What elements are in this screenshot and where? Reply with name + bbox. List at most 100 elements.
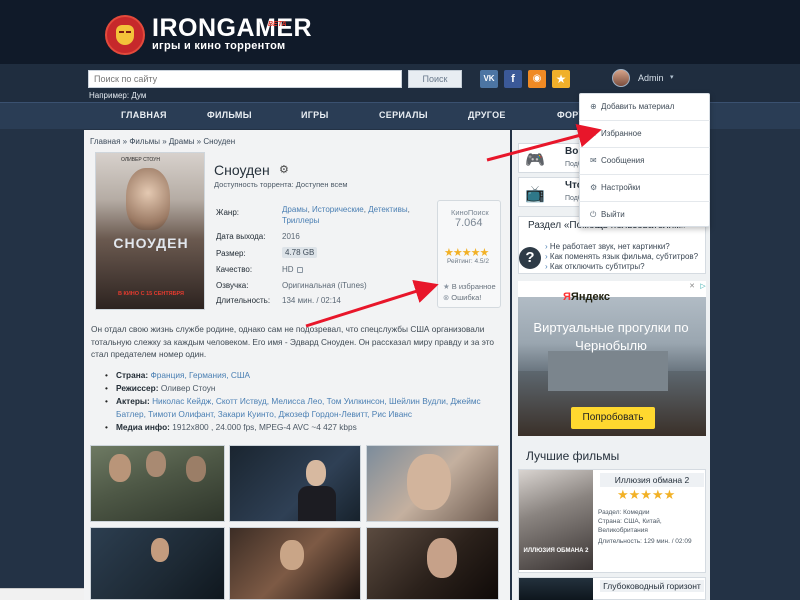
fact-country-label: Страна:	[116, 370, 149, 380]
best-film-stars: ★★★★★	[617, 487, 676, 502]
genre-link-thrillers[interactable]: Триллеры	[282, 216, 319, 225]
fact-actors-value[interactable]: Николас Кейдж, Скотт Иствуд, Мелисса Лео…	[116, 396, 481, 419]
quality-info-icon[interactable]	[296, 266, 303, 273]
fact-director: Режиссер: Оливер Стоун	[103, 382, 503, 395]
screenshot-thumbnail[interactable]	[366, 527, 499, 600]
help-link-sound[interactable]: › Не работает звук, нет картинки?	[545, 242, 670, 251]
genre-link-detectives[interactable]: Детективы	[368, 205, 407, 214]
film-facts: Страна: Франция, Германия, США Режиссер:…	[103, 369, 503, 434]
status-strip	[0, 588, 84, 600]
page-title: Сноуден	[214, 162, 270, 178]
voice-label: Озвучка:	[216, 281, 249, 290]
menu-item-label: Добавить материал	[601, 102, 675, 111]
help-link-sound-label: Не работает звук, нет картинки?	[549, 242, 670, 251]
add-favorite-label: В избранное	[451, 282, 496, 291]
genre-value: Драмы, Исторические, Детективы, Триллеры	[282, 205, 410, 225]
menu-item-add-material[interactable]: ⊕ Добавить материал	[579, 94, 710, 120]
logo-title[interactable]: IRONGAMER	[152, 14, 312, 43]
help-link-language[interactable]: › Как поменять язык фильма, субтитров?	[545, 252, 698, 261]
search-input[interactable]	[88, 70, 402, 88]
power-icon: ⏻	[590, 210, 597, 219]
best-films-heading: Лучшие фильмы	[526, 449, 620, 463]
ad-title: Виртуальные прогулки по Чернобылю	[533, 320, 689, 353]
gear-icon: ⚙	[590, 183, 598, 192]
screenshot-thumbnail[interactable]	[90, 445, 225, 522]
chevron-down-icon[interactable]: ▾	[670, 73, 674, 81]
ad-try-button[interactable]: Попробовать	[571, 407, 655, 429]
fact-country: Страна: Франция, Германия, США	[103, 369, 503, 382]
menu-item-settings[interactable]: ⚙ Настройки	[579, 175, 710, 201]
voice-value: Оригинальная (iTunes)	[282, 281, 367, 290]
yandex-logo: ЯЯндекс	[563, 291, 611, 303]
breadcrumb[interactable]: Главная » Фильмы » Драмы » Сноуден	[90, 137, 235, 146]
fact-media-value: 1912x800 , 24.000 fps, MPEG-4 AVC ~4 427…	[172, 422, 357, 432]
fact-director-label: Режиссер:	[116, 383, 159, 393]
menu-item-messages[interactable]: ✉ Сообщения	[579, 148, 710, 174]
logo-iron-man-icon[interactable]	[105, 15, 145, 55]
poster-release-date: В КИНО С 15 СЕНТЯБРЯ	[117, 291, 185, 297]
quality-label: Качество:	[216, 265, 253, 274]
menu-item-favorites[interactable]: ★ Избранное	[579, 121, 710, 147]
avatar[interactable]	[612, 69, 630, 87]
rating-text: Рейтинг: 4.5/2	[447, 258, 489, 265]
screenshot-thumbnail[interactable]	[229, 445, 361, 522]
size-value: 4.78 GB	[282, 247, 318, 258]
torrent-availability: Доступность торрента: Доступен всем	[214, 180, 348, 189]
release-label: Дата выхода:	[216, 232, 266, 241]
best-film-poster[interactable]	[519, 578, 593, 600]
report-error-button[interactable]: ⊗ Ошибка!	[443, 293, 481, 302]
search-hint: Например: Дум	[89, 91, 147, 100]
logo-beta-badge: BETA	[268, 21, 287, 28]
nav-item-games[interactable]: ИГРЫ	[301, 110, 329, 120]
nav-item-series[interactable]: СЕРИАЛЫ	[379, 110, 428, 120]
close-circle-icon: ⊗	[443, 293, 450, 302]
gear-icon[interactable]: ⚙	[279, 163, 289, 176]
question-icon: ?	[519, 247, 541, 269]
genre-link-dramas[interactable]: Драмы	[282, 205, 308, 214]
screenshot-thumbnail[interactable]	[90, 527, 225, 600]
add-favorite-button[interactable]: ★ В избранное	[443, 282, 496, 291]
best-film-country-2: Великобритания	[598, 527, 648, 534]
genre-link-historical[interactable]: Исторические	[312, 205, 364, 214]
menu-item-label: Избранное	[601, 129, 642, 138]
plus-circle-icon: ⊕	[590, 102, 597, 111]
quality-value: HD	[282, 265, 294, 274]
release-value: 2016	[282, 232, 300, 241]
fact-director-value: Оливер Стоун	[160, 383, 216, 393]
fact-media: Медиа инфо: 1912x800 , 24.000 fps, MPEG-…	[103, 421, 503, 434]
fact-actors-label: Актеры:	[116, 396, 150, 406]
nav-item-films[interactable]: ФИЛЬМЫ	[207, 110, 252, 120]
screenshot-thumbnail[interactable]	[229, 527, 361, 600]
close-icon[interactable]: ✕	[688, 283, 696, 291]
logo-subtitle: игры и кино торрентом	[152, 40, 286, 52]
menu-item-logout[interactable]: ⏻ Выйти	[579, 202, 710, 228]
kinopoisk-label: КиноПоиск	[451, 208, 489, 217]
kinopoisk-value: 7.064	[455, 217, 483, 229]
genre-label: Жанр:	[216, 208, 240, 217]
menu-item-label: Настройки	[601, 183, 641, 192]
adchoices-icon[interactable]: ▷	[699, 283, 707, 291]
favorites-star-icon[interactable]: ★	[552, 70, 570, 88]
star-icon: ★	[590, 129, 598, 138]
best-film-poster[interactable]: ИЛЛЮЗИЯ ОБМАНА 2	[519, 470, 593, 570]
help-link-subtitles[interactable]: › Как отключить субтитры?	[545, 262, 645, 271]
size-label: Размер:	[216, 249, 246, 258]
best-film-name[interactable]: Глубоководный горизонт	[600, 580, 704, 592]
poster-author: ОЛИВЕР СТОУН	[121, 157, 160, 163]
best-film-poster-caption: ИЛЛЮЗИЯ ОБМАНА 2	[523, 548, 589, 554]
facebook-icon[interactable]: f	[504, 70, 522, 88]
search-button[interactable]: Поиск	[408, 70, 462, 88]
screenshot-thumbnail[interactable]	[366, 445, 499, 522]
menu-item-label: Выйти	[601, 210, 625, 219]
film-poster[interactable]: ОЛИВЕР СТОУН СНОУДЕН В КИНО С 15 СЕНТЯБР…	[95, 152, 205, 310]
nav-item-home[interactable]: ГЛАВНАЯ	[121, 110, 167, 120]
menu-item-label: Сообщения	[601, 156, 645, 165]
nav-item-other[interactable]: ДРУГОЕ	[468, 110, 506, 120]
user-name[interactable]: Admin	[638, 73, 664, 83]
fact-country-value[interactable]: Франция, Германия, США	[150, 370, 250, 380]
best-film-country: Страна: США, Китай,	[598, 518, 662, 525]
best-film-name[interactable]: Иллюзия обмана 2	[600, 473, 704, 487]
vk-icon[interactable]: VK	[480, 70, 498, 88]
rss-icon[interactable]: ◉	[528, 70, 546, 88]
film-description: Он отдал свою жизнь службе родине, однак…	[91, 324, 495, 359]
